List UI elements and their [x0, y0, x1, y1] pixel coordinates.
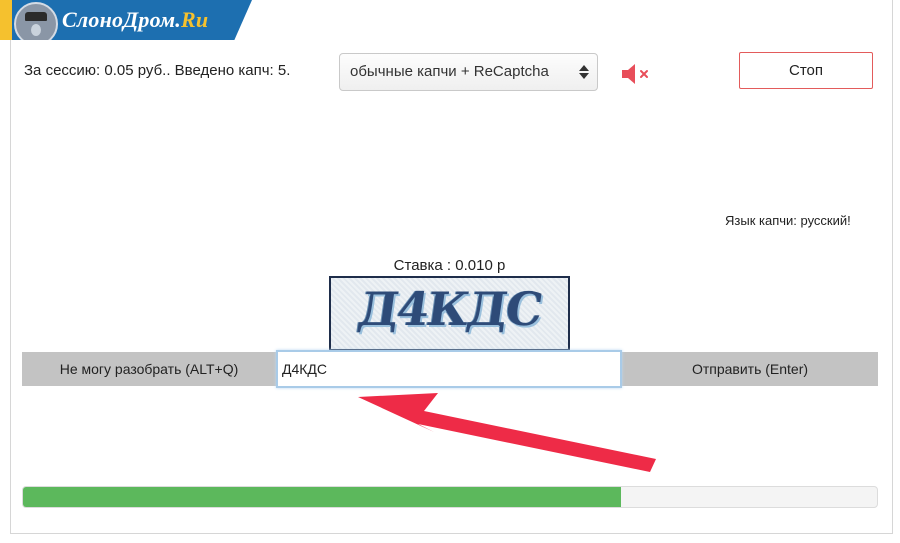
logo-text: СлоноДром.Ru [62, 7, 209, 32]
speaker-muted-icon[interactable] [620, 63, 654, 85]
stop-button[interactable]: Стоп [739, 52, 873, 89]
elephant-mascot-icon [14, 2, 58, 40]
cant-solve-button[interactable]: Не могу разобрать (ALT+Q) [22, 352, 276, 386]
select-arrows-icon [579, 63, 589, 81]
captcha-image-text: Д4КДС [354, 282, 545, 336]
progress-bar [22, 486, 878, 508]
progress-fill [23, 487, 621, 507]
captcha-mode-value: обычные капчи + ReCaptcha [350, 63, 549, 80]
captcha-image: Д4КДС [329, 276, 570, 351]
captcha-language: Язык капчи: русский! [725, 213, 851, 228]
send-button[interactable]: Отправить (Enter) [622, 352, 878, 386]
captcha-answer-input[interactable] [276, 350, 622, 388]
captcha-rate: Ставка : 0.010 р [393, 257, 506, 274]
session-info: За сессию: 0.05 руб.. Введено капч: 5. [24, 62, 291, 79]
site-logo[interactable]: СлоноДром.Ru [0, 0, 252, 40]
logo-stripe [0, 0, 12, 40]
captcha-mode-select[interactable]: обычные капчи + ReCaptcha [339, 53, 598, 91]
